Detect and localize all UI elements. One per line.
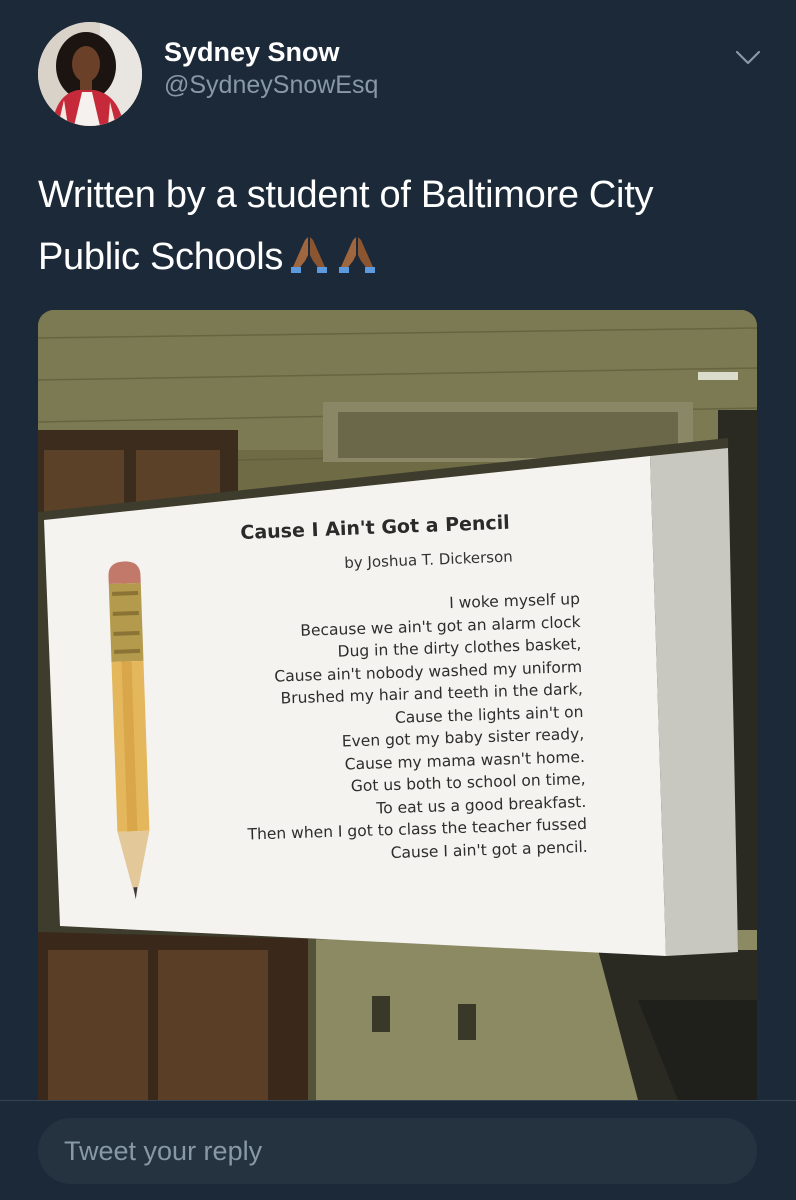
poem-body: I woke myself up Because we ain't got an … [241, 588, 589, 869]
user-handle[interactable]: @SydneySnowEsq [164, 68, 378, 102]
folded-hands-emoji [287, 231, 331, 275]
avatar[interactable] [38, 22, 142, 126]
tweet-header: Sydney Snow @SydneySnowEsq [38, 22, 766, 126]
reply-input[interactable]: Tweet your reply [38, 1118, 757, 1184]
display-name[interactable]: Sydney Snow [164, 36, 378, 68]
reply-placeholder: Tweet your reply [64, 1135, 263, 1166]
reply-bar: Tweet your reply [0, 1100, 796, 1200]
poem-author: by Joshua T. Dickerson [344, 547, 514, 572]
chevron-down-icon[interactable] [730, 40, 766, 76]
poem-title: Cause I Ain't Got a Pencil [240, 511, 511, 544]
tweet-detail-screen: Sydney Snow @SydneySnowEsq Written by a … [0, 0, 796, 1200]
poem-projection: Cause I Ain't Got a Pencil by Joshua T. … [58, 470, 678, 890]
user-info: Sydney Snow @SydneySnowEsq [164, 36, 378, 102]
tweet-media-photo[interactable]: Cause I Ain't Got a Pencil by Joshua T. … [38, 310, 757, 1100]
folded-hands-emoji [335, 231, 379, 275]
tweet-text: Written by a student of Baltimore City P… [38, 164, 758, 288]
